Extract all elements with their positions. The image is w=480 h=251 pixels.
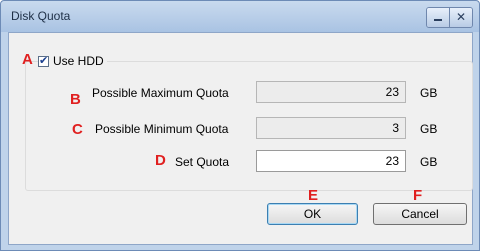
set-quota-input[interactable]: 23 [256, 150, 406, 172]
use-hdd-checkbox-row[interactable]: ✔ Use HDD [38, 54, 107, 68]
minimize-button[interactable] [427, 8, 449, 27]
annotation-marker-d: D [155, 152, 166, 169]
minimize-icon [434, 19, 442, 21]
checkmark-icon: ✔ [39, 54, 49, 67]
close-button[interactable]: ✕ [449, 8, 472, 27]
max-quota-label: Possible Maximum Quota [92, 86, 229, 100]
ok-button[interactable]: OK [267, 203, 358, 225]
min-quota-unit: GB [420, 122, 438, 136]
close-icon: ✕ [455, 10, 467, 24]
annotation-marker-a: A [22, 51, 33, 68]
cancel-button[interactable]: Cancel [373, 203, 467, 225]
max-quota-unit: GB [420, 86, 438, 100]
window-title: Disk Quota [11, 9, 71, 23]
annotation-marker-b: B [70, 91, 81, 108]
set-quota-label: Set Quota [175, 155, 230, 169]
annotation-marker-f: F [413, 187, 423, 204]
use-hdd-label: Use HDD [53, 54, 104, 68]
annotation-marker-c: C [72, 121, 83, 138]
min-quota-label: Possible Minimum Quota [95, 122, 229, 136]
caption-buttons: ✕ [426, 7, 473, 28]
annotation-marker-e: E [308, 187, 319, 204]
max-quota-field: 23 [256, 81, 406, 103]
min-quota-field: 3 [256, 117, 406, 139]
set-quota-unit: GB [420, 155, 438, 169]
title-bar[interactable]: Disk Quota ✕ [1, 1, 479, 32]
use-hdd-checkbox[interactable]: ✔ [38, 54, 49, 67]
